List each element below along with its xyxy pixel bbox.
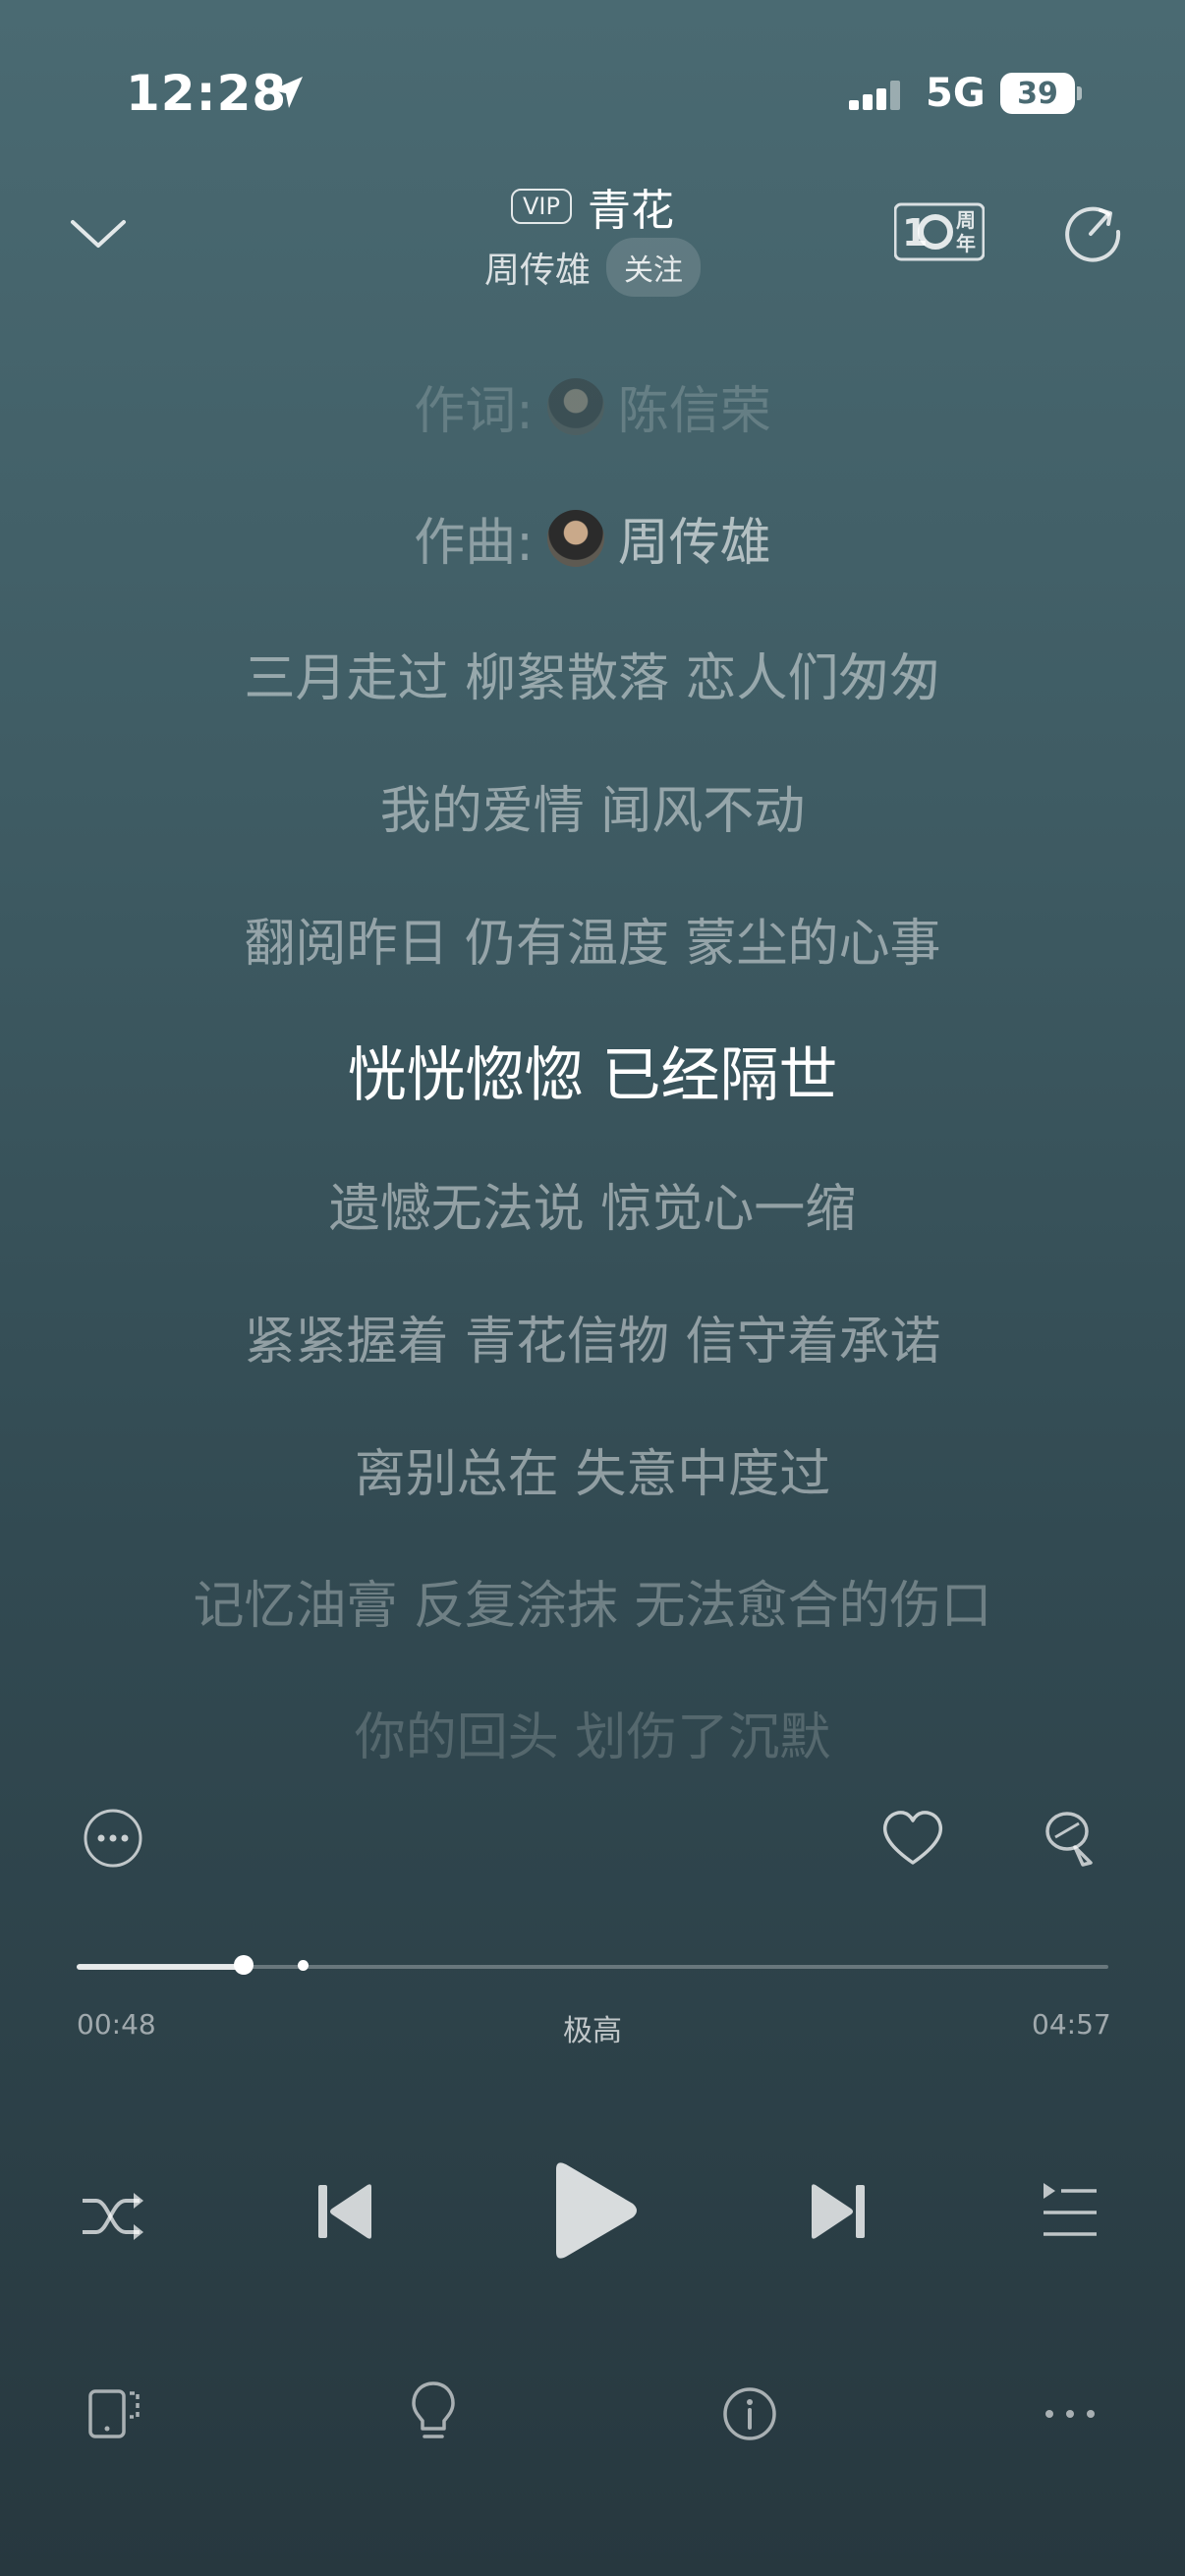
lyricist-avatar [546, 377, 604, 435]
lyric-line[interactable]: 翻阅昨日 仍有温度 蒙尘的心事 [0, 902, 1185, 976]
composer-credit: 作曲: 周传雄 [0, 501, 1185, 575]
buffer-marker [297, 1960, 309, 1971]
more-horizontal-circle-icon[interactable] [79, 1804, 147, 1873]
lyric-line[interactable]: 我的爱情 闻风不动 [0, 769, 1185, 843]
progress-fill [77, 1964, 245, 1970]
battery-tip [1077, 86, 1082, 100]
device-icon[interactable] [83, 2381, 147, 2446]
anniversary-badge-text: 周年 [956, 208, 976, 255]
follow-button[interactable]: 关注 [606, 238, 701, 297]
lyric-line[interactable]: 遗憾无法说 惊觉心一缩 [0, 1167, 1185, 1241]
lyric-line[interactable]: 你的回头 划伤了沉默 [0, 1696, 1185, 1769]
location-arrow-icon [267, 73, 307, 112]
comment-icon[interactable] [1036, 1804, 1104, 1873]
duration-time: 04:57 [1032, 2008, 1111, 2041]
progress-knob[interactable] [234, 1955, 254, 1975]
next-icon[interactable] [806, 2179, 871, 2244]
lyric-line[interactable]: 记忆油膏 反复涂抹 无法愈合的伤口 [0, 1564, 1185, 1638]
info-icon[interactable] [717, 2381, 782, 2446]
composer-label: 作曲: [414, 514, 534, 573]
song-title[interactable]: 青花 [588, 175, 674, 238]
bulb-icon[interactable] [401, 2378, 466, 2446]
lyricist-credit: 作词: 陈信荣 [0, 369, 1185, 443]
more-icon[interactable] [1036, 2381, 1104, 2446]
svg-text:1: 1 [902, 211, 928, 254]
composer-avatar [546, 509, 604, 567]
battery-indicator: 39 [1000, 73, 1075, 114]
previous-icon[interactable] [312, 2179, 377, 2244]
playlist-icon[interactable] [1036, 2177, 1104, 2246]
network-type: 5G [926, 71, 986, 116]
lyric-line[interactable]: 离别总在 失意中度过 [0, 1432, 1185, 1506]
quality-label[interactable]: 极高 [0, 2006, 1185, 2049]
play-icon[interactable] [544, 2159, 643, 2262]
lyricist-label: 作词: [414, 382, 534, 441]
cellular-signal-icon [849, 79, 908, 118]
shuffle-icon[interactable] [75, 2177, 153, 2256]
anniversary-badge[interactable]: 1 周年 [894, 202, 985, 261]
battery-level: 39 [1017, 76, 1058, 111]
composer-name[interactable]: 周传雄 [618, 501, 771, 575]
vip-badge: VIP [511, 189, 572, 224]
lyric-line[interactable]: 三月走过 柳絮散落 恋人们匆匆 [0, 637, 1185, 710]
artist-row: 周传雄 关注 [0, 238, 1185, 297]
song-title-row: VIP 青花 [0, 175, 1185, 238]
share-icon[interactable] [1061, 200, 1124, 263]
lyricist-name[interactable]: 陈信荣 [618, 369, 771, 443]
status-time: 12:28 [126, 65, 288, 122]
heart-icon[interactable] [878, 1804, 947, 1873]
artist-name[interactable]: 周传雄 [484, 242, 591, 293]
current-lyric-line[interactable]: 恍恍惚惚 已经隔世 [0, 1028, 1185, 1113]
lyric-line[interactable]: 紧紧握着 青花信物 信守着承诺 [0, 1300, 1185, 1373]
